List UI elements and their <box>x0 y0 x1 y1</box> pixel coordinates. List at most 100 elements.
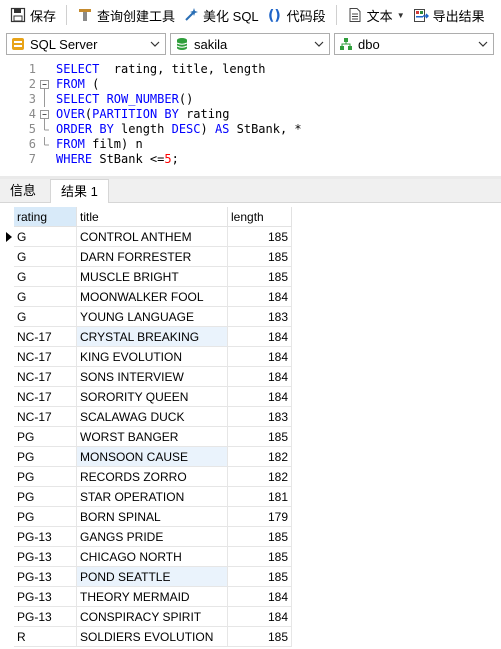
table-row[interactable]: PG-13 CONSPIRACY SPIRIT 184 <box>0 607 292 627</box>
table-cell-length[interactable]: 184 <box>228 347 292 367</box>
table-cell-title[interactable]: YOUNG LANGUAGE <box>77 307 228 327</box>
table-cell-length[interactable]: 185 <box>228 527 292 547</box>
table-cell-length[interactable]: 184 <box>228 607 292 627</box>
editor-line[interactable]: 2 FROM ( <box>0 77 501 92</box>
table-cell-title[interactable]: MOONWALKER FOOL <box>77 287 228 307</box>
table-cell-rating[interactable]: NC-17 <box>14 327 77 347</box>
editor-line[interactable]: 7 WHERE StBank <=5; <box>0 152 501 167</box>
editor-line[interactable]: 1 SELECT rating, title, length <box>0 62 501 77</box>
fold-toggle-icon[interactable] <box>39 77 50 92</box>
table-row[interactable]: PG-13 POND SEATTLE 185 <box>0 567 292 587</box>
table-cell-title[interactable]: WORST BANGER <box>77 427 228 447</box>
column-header-rating[interactable]: rating <box>14 207 77 227</box>
results-grid[interactable]: rating title length G CONTROL ANTHEM 185 G D… <box>0 203 501 649</box>
table-row[interactable]: PG-13 CHICAGO NORTH 185 <box>0 547 292 567</box>
table-cell-rating[interactable]: PG <box>14 427 77 447</box>
table-row[interactable]: G CONTROL ANTHEM 185 <box>0 227 292 247</box>
table-cell-rating[interactable]: R <box>14 627 77 647</box>
table-cell-rating[interactable]: PG-13 <box>14 607 77 627</box>
table-cell-length[interactable]: 184 <box>228 587 292 607</box>
table-cell-title[interactable]: MONSOON CAUSE <box>77 447 228 467</box>
column-header-length[interactable]: length <box>228 207 292 227</box>
table-row[interactable]: PG-13 GANGS PRIDE 185 <box>0 527 292 547</box>
table-cell-rating[interactable]: PG-13 <box>14 547 77 567</box>
table-cell-title[interactable]: SCALAWAG DUCK <box>77 407 228 427</box>
column-header-title[interactable]: title <box>77 207 228 227</box>
table-cell-title[interactable]: CHICAGO NORTH <box>77 547 228 567</box>
table-cell-title[interactable]: SOLDIERS EVOLUTION <box>77 627 228 647</box>
table-cell-length[interactable]: 185 <box>228 567 292 587</box>
table-cell-rating[interactable]: NC-17 <box>14 407 77 427</box>
table-cell-length[interactable]: 184 <box>228 327 292 347</box>
table-cell-rating[interactable]: G <box>14 227 77 247</box>
table-cell-title[interactable]: CONTROL ANTHEM <box>77 227 228 247</box>
table-row[interactable]: NC-17 KING EVOLUTION 184 <box>0 347 292 367</box>
database-select[interactable]: sakila <box>170 33 330 55</box>
table-cell-title[interactable]: DARN FORRESTER <box>77 247 228 267</box>
table-row[interactable]: G DARN FORRESTER 185 <box>0 247 292 267</box>
table-cell-length[interactable]: 179 <box>228 507 292 527</box>
table-cell-rating[interactable]: PG-13 <box>14 567 77 587</box>
table-row[interactable]: PG STAR OPERATION 181 <box>0 487 292 507</box>
table-cell-title[interactable]: RECORDS ZORRO <box>77 467 228 487</box>
table-cell-length[interactable]: 183 <box>228 407 292 427</box>
table-cell-length[interactable]: 185 <box>228 547 292 567</box>
tab-info[interactable]: 信息 <box>0 179 46 203</box>
table-row[interactable]: NC-17 SORORITY QUEEN 184 <box>0 387 292 407</box>
table-cell-length[interactable]: 185 <box>228 227 292 247</box>
table-cell-length[interactable]: 185 <box>228 427 292 447</box>
tab-result-1[interactable]: 结果 1 <box>50 179 109 204</box>
table-cell-rating[interactable]: PG-13 <box>14 527 77 547</box>
schema-select[interactable]: dbo <box>334 33 494 55</box>
save-button[interactable]: 保存 <box>6 3 60 27</box>
table-cell-title[interactable]: CRYSTAL BREAKING <box>77 327 228 347</box>
table-cell-rating[interactable]: PG <box>14 487 77 507</box>
text-dropdown-button[interactable]: 文本 ▼ <box>343 3 409 27</box>
table-cell-title[interactable]: MUSCLE BRIGHT <box>77 267 228 287</box>
table-cell-length[interactable]: 183 <box>228 307 292 327</box>
editor-line[interactable]: 5 ORDER BY length DESC) AS StBank, * <box>0 122 501 137</box>
table-row[interactable]: PG BORN SPINAL 179 <box>0 507 292 527</box>
table-cell-length[interactable]: 184 <box>228 287 292 307</box>
table-cell-rating[interactable]: NC-17 <box>14 367 77 387</box>
table-cell-rating[interactable]: G <box>14 247 77 267</box>
sql-editor[interactable]: 1 SELECT rating, title, length 2 FROM (3 SEL… <box>0 58 501 176</box>
editor-line[interactable]: 6 FROM film) n <box>0 137 501 152</box>
table-cell-title[interactable]: GANGS PRIDE <box>77 527 228 547</box>
query-builder-button[interactable]: 查询创建工具 <box>73 3 179 27</box>
code-snippet-button[interactable]: () 代码段 <box>263 3 330 27</box>
table-row[interactable]: NC-17 CRYSTAL BREAKING 184 <box>0 327 292 347</box>
table-cell-title[interactable]: THEORY MERMAID <box>77 587 228 607</box>
table-cell-length[interactable]: 185 <box>228 627 292 647</box>
table-cell-title[interactable]: STAR OPERATION <box>77 487 228 507</box>
table-cell-rating[interactable]: PG <box>14 467 77 487</box>
table-cell-title[interactable]: POND SEATTLE <box>77 567 228 587</box>
table-row[interactable]: R SOLDIERS EVOLUTION 185 <box>0 627 292 647</box>
table-row[interactable]: G MUSCLE BRIGHT 185 <box>0 267 292 287</box>
table-cell-rating[interactable]: G <box>14 307 77 327</box>
table-cell-length[interactable]: 184 <box>228 367 292 387</box>
table-cell-rating[interactable]: NC-17 <box>14 387 77 407</box>
table-cell-title[interactable]: BORN SPINAL <box>77 507 228 527</box>
table-cell-rating[interactable]: PG <box>14 447 77 467</box>
table-row[interactable]: PG MONSOON CAUSE 182 <box>0 447 292 467</box>
table-row[interactable]: PG WORST BANGER 185 <box>0 427 292 447</box>
server-select[interactable]: SQL Server <box>6 33 166 55</box>
table-cell-rating[interactable]: PG-13 <box>14 587 77 607</box>
fold-toggle-icon[interactable] <box>39 107 50 122</box>
table-cell-title[interactable]: CONSPIRACY SPIRIT <box>77 607 228 627</box>
table-row[interactable]: PG-13 THEORY MERMAID 184 <box>0 587 292 607</box>
table-cell-title[interactable]: KING EVOLUTION <box>77 347 228 367</box>
table-cell-length[interactable]: 181 <box>228 487 292 507</box>
editor-line[interactable]: 4 OVER(PARTITION BY rating <box>0 107 501 122</box>
table-cell-length[interactable]: 185 <box>228 247 292 267</box>
table-row[interactable]: NC-17 SCALAWAG DUCK 183 <box>0 407 292 427</box>
export-results-button[interactable]: 导出结果 <box>409 3 489 27</box>
table-cell-title[interactable]: SORORITY QUEEN <box>77 387 228 407</box>
beautify-sql-button[interactable]: 美化 SQL <box>179 3 263 27</box>
table-cell-rating[interactable]: PG <box>14 507 77 527</box>
table-cell-rating[interactable]: G <box>14 267 77 287</box>
table-cell-length[interactable]: 182 <box>228 467 292 487</box>
editor-line[interactable]: 3 SELECT ROW_NUMBER() <box>0 92 501 107</box>
table-cell-length[interactable]: 184 <box>228 387 292 407</box>
